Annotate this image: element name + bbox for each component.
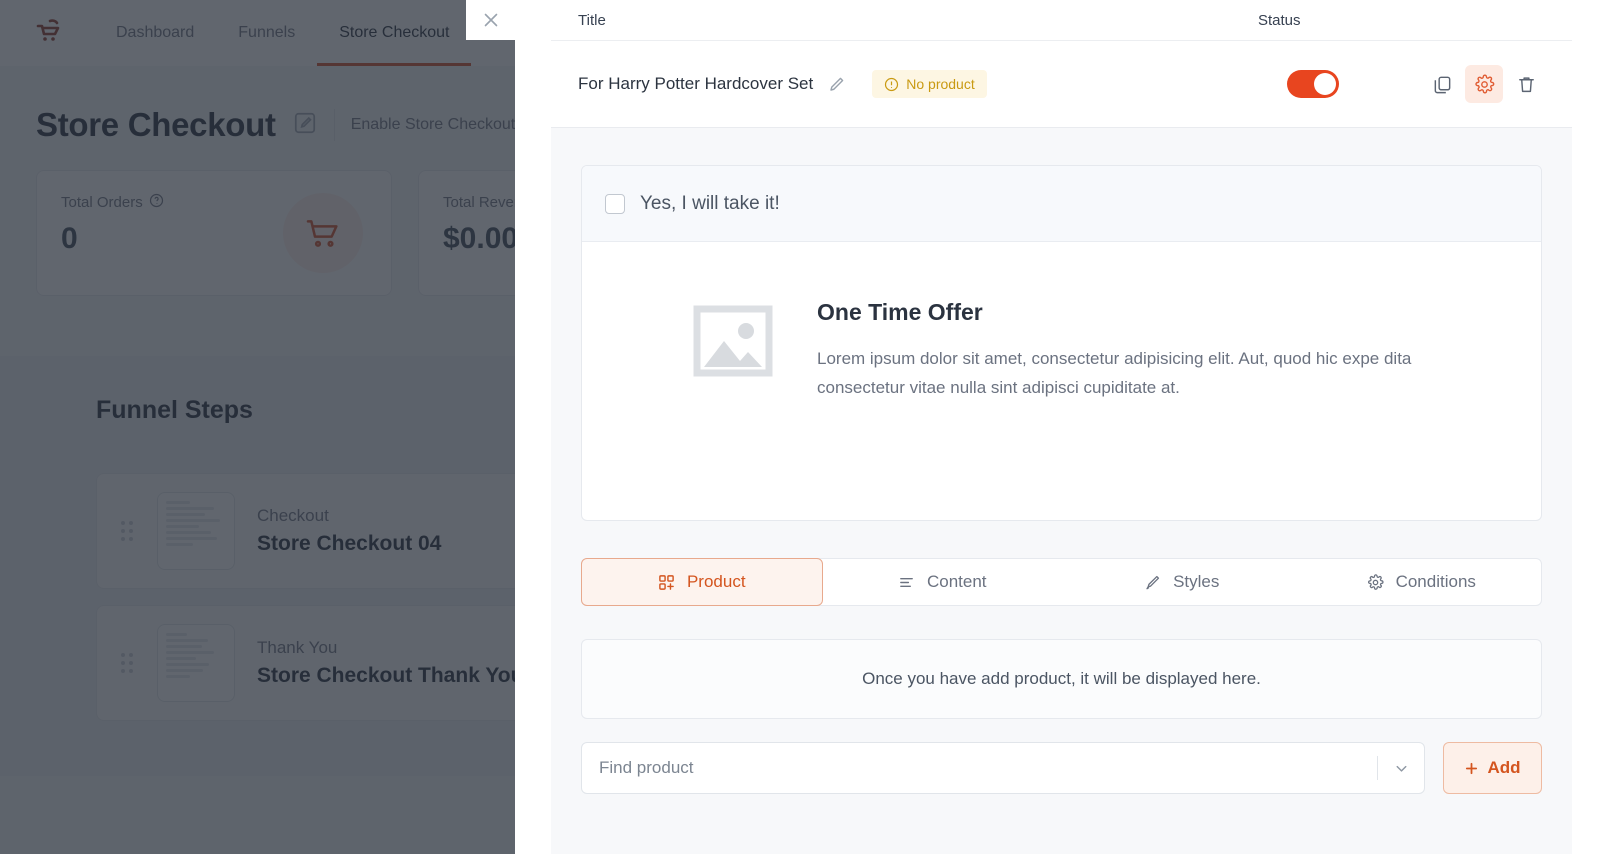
grid-plus-icon [658, 574, 675, 591]
duplicate-offer-button[interactable] [1423, 65, 1461, 103]
modal-body: Yes, I will take it! One Time Offer Lore… [551, 128, 1572, 794]
lines-icon [898, 574, 915, 591]
offer-heading: One Time Offer [817, 299, 983, 325]
offer-title: For Harry Potter Hardcover Set [578, 74, 814, 93]
offer-settings-button[interactable] [1465, 65, 1503, 103]
find-product-row: Find product Add [581, 742, 1542, 794]
modal-overlay[interactable] [0, 0, 515, 854]
offer-row: For Harry Potter Hardcover Set No produc… [551, 41, 1572, 128]
settings-tabs: Product Content Styles Conditions [581, 558, 1542, 606]
image-placeholder-icon [691, 299, 775, 383]
column-header-title: Title [578, 11, 606, 29]
offer-text: One Time Offer Lorem ipsum dolor sit ame… [817, 299, 1437, 402]
empty-product-message: Once you have add product, it will be di… [581, 639, 1542, 719]
find-product-select[interactable]: Find product [581, 742, 1425, 794]
delete-offer-button[interactable] [1507, 65, 1545, 103]
offer-enabled-toggle[interactable] [1287, 70, 1339, 98]
copy-icon [1434, 76, 1450, 93]
tab-content[interactable]: Content [823, 559, 1063, 605]
chevron-down-icon[interactable] [1378, 760, 1424, 777]
accept-offer-label: Yes, I will take it! [640, 192, 780, 214]
offer-row-left: For Harry Potter Hardcover Set No produc… [578, 70, 1287, 98]
offer-row-actions [1287, 65, 1545, 103]
alert-circle-icon [884, 77, 899, 92]
brush-icon [1144, 574, 1161, 591]
status-badge: No product [872, 70, 987, 98]
screen: Dashboard Funnels Store Checkout Store C… [0, 0, 1600, 854]
tab-product[interactable]: Product [581, 558, 823, 606]
close-button[interactable] [466, 0, 515, 40]
tab-label-styles: Styles [1173, 572, 1220, 591]
offer-content: One Time Offer Lorem ipsum dolor sit ame… [582, 242, 1541, 520]
column-header-status: Status [1258, 11, 1301, 29]
gear-icon [1367, 573, 1384, 591]
offer-accept-header[interactable]: Yes, I will take it! [582, 166, 1541, 242]
add-product-button[interactable]: Add [1443, 742, 1542, 794]
gear-icon [1474, 74, 1494, 93]
find-product-placeholder: Find product [599, 758, 694, 777]
tab-label-conditions: Conditions [1395, 572, 1476, 591]
close-icon [484, 13, 497, 27]
status-badge-label: No product [906, 76, 975, 92]
tab-label-content: Content [926, 572, 987, 591]
add-button-label: Add [1487, 758, 1521, 777]
table-header: Title Status [551, 0, 1572, 41]
tab-conditions[interactable]: Conditions [1302, 559, 1542, 605]
offer-preview-card: Yes, I will take it! One Time Offer Lore… [581, 165, 1542, 521]
tab-label-product: Product [686, 572, 746, 591]
plus-icon [1464, 761, 1479, 776]
accept-offer-checkbox[interactable] [605, 193, 625, 214]
trash-icon [1518, 76, 1534, 92]
offer-description: Lorem ipsum dolor sit amet, consectetur … [817, 349, 1412, 398]
tab-styles[interactable]: Styles [1062, 559, 1302, 605]
offer-settings-modal: Title Status For Harry Potter Hardcover … [551, 0, 1572, 854]
pencil-icon[interactable] [827, 75, 846, 94]
